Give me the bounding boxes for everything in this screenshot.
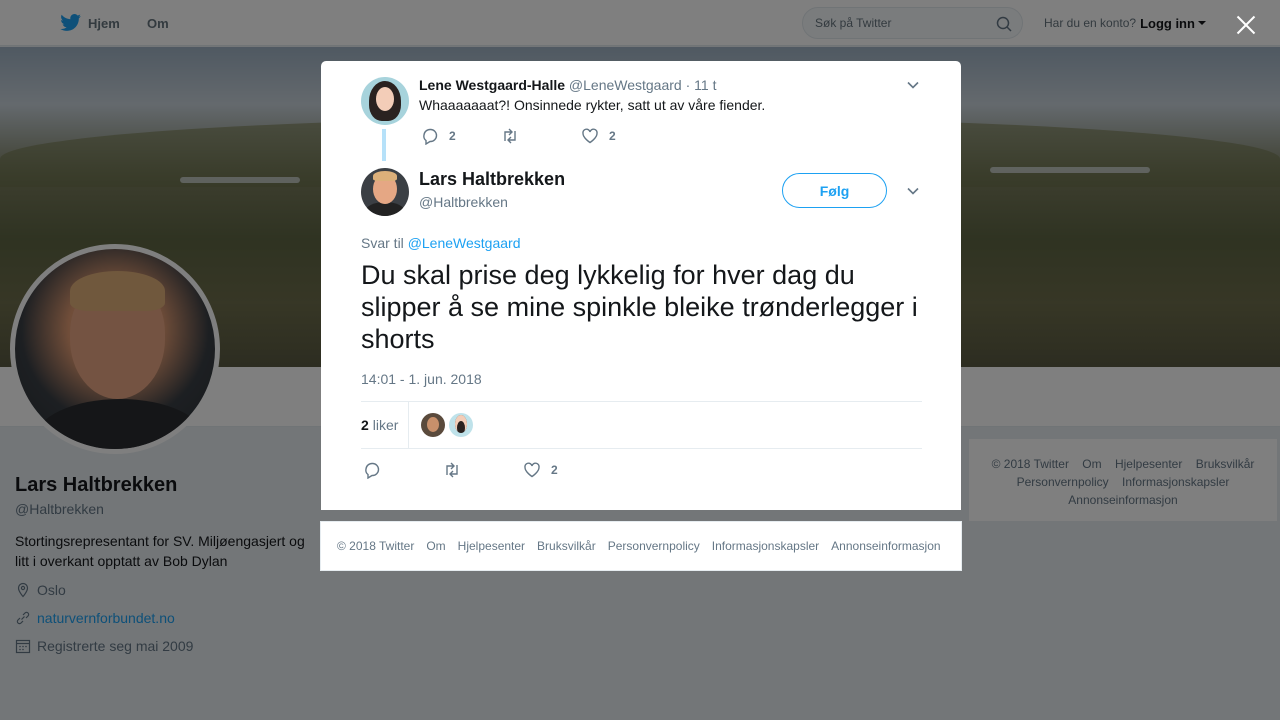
parent-author-handle[interactable]: @LeneWestgaard — [569, 77, 682, 93]
reply-count: 2 — [449, 129, 456, 143]
footer-link-terms[interactable]: Bruksvilkår — [537, 539, 596, 553]
like-action[interactable]: 2 — [523, 461, 558, 479]
chevron-down-icon[interactable] — [906, 78, 920, 92]
heart-icon — [524, 462, 540, 478]
chevron-down-icon[interactable] — [906, 184, 920, 198]
tweet-modal: Lene Westgaard-Halle @LeneWestgaard · 11… — [321, 61, 961, 510]
parent-tweet-avatar[interactable] — [361, 77, 409, 125]
avatar-face — [376, 87, 394, 111]
avatar-hair — [373, 171, 397, 181]
likes-stat[interactable]: 2 liker — [361, 401, 410, 449]
reply-action[interactable]: 2 — [421, 127, 501, 145]
parent-tweet-header: Lene Westgaard-Halle @LeneWestgaard · 11… — [419, 77, 716, 93]
reply-icon — [423, 128, 438, 145]
likes-count: 2 — [361, 417, 369, 433]
main-tweet-actions: 2 — [363, 461, 558, 479]
main-author-handle[interactable]: @Haltbrekken — [419, 194, 508, 210]
footer-link-ads[interactable]: Annonseinformasjon — [831, 539, 940, 553]
reply-prefix: Svar til — [361, 235, 404, 251]
reply-action[interactable] — [363, 461, 443, 479]
main-tweet-avatar[interactable] — [361, 168, 409, 216]
close-icon[interactable] — [1236, 14, 1256, 34]
thread-connector — [382, 129, 386, 161]
parent-author-name[interactable]: Lene Westgaard-Halle — [419, 77, 565, 93]
heart-icon — [582, 128, 598, 144]
liker-avatar[interactable] — [421, 413, 446, 437]
follow-button[interactable]: Følg — [782, 173, 887, 208]
retweet-icon — [446, 462, 458, 478]
retweet-action[interactable] — [501, 127, 581, 145]
footer-link-help[interactable]: Hjelpesenter — [458, 539, 525, 553]
page: Hjem Om Søk på Twitter Har du en konto? … — [0, 0, 1280, 720]
tweet-stats: 2 liker — [361, 401, 922, 449]
liker-avatar[interactable] — [449, 413, 474, 437]
parent-tweet-time[interactable]: · 11 t — [686, 77, 717, 93]
avatar-shirt — [365, 202, 405, 216]
retweet-action[interactable] — [443, 461, 523, 479]
footer-link-privacy[interactable]: Personvernpolicy — [608, 539, 700, 553]
parent-tweet-actions: 2 2 — [421, 127, 616, 145]
main-tweet-timestamp[interactable]: 14:01 - 1. jun. 2018 — [361, 371, 482, 387]
like-count: 2 — [609, 129, 616, 143]
footer-link-cookies[interactable]: Informasjonskapsler — [712, 539, 819, 553]
main-tweet-text: Du skal prise deg lykkelig for hver dag … — [361, 260, 918, 354]
like-action[interactable]: 2 — [581, 127, 616, 145]
like-count: 2 — [551, 463, 558, 477]
parent-tweet-text: Whaaaaaaat?! Onsinnede rykter, satt ut a… — [419, 97, 766, 113]
reply-to-line: Svar til @LeneWestgaard — [361, 235, 521, 251]
reply-to-link[interactable]: @LeneWestgaard — [408, 235, 521, 251]
retweet-icon — [504, 128, 516, 144]
footer-link-about[interactable]: Om — [426, 539, 445, 553]
modal-footer: © 2018 Twitter Om Hjelpesenter Bruksvilk… — [320, 521, 962, 571]
footer-copyright: © 2018 Twitter — [337, 539, 415, 553]
likes-label: liker — [372, 417, 399, 433]
reply-icon — [365, 462, 380, 479]
main-author-name[interactable]: Lars Haltbrekken — [419, 169, 565, 190]
